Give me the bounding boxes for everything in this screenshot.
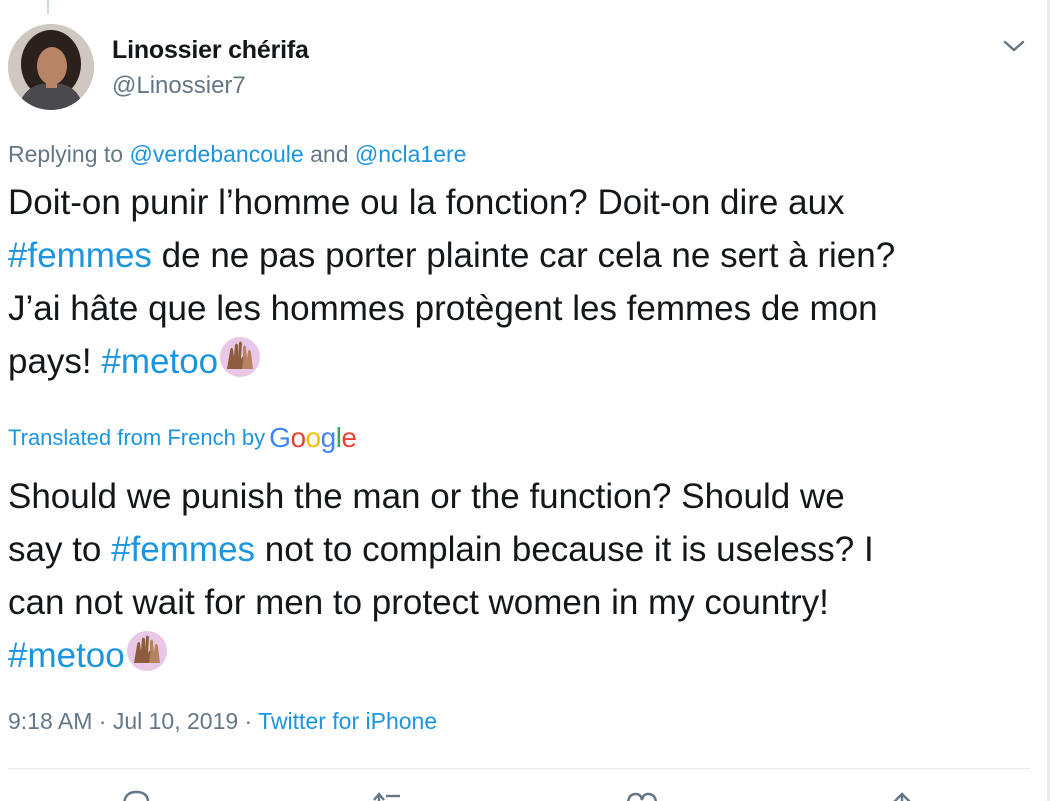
- translation-line: Should we punish the man or the function…: [8, 477, 845, 516]
- tweet-detail: Linossier chérifa @Linossier7 Replying t…: [0, 0, 1050, 801]
- chevron-down-icon[interactable]: [1000, 36, 1028, 56]
- replying-to-joiner: and: [303, 141, 355, 167]
- logo-letter: o: [290, 422, 306, 453]
- translation-line-text: say to: [8, 530, 112, 569]
- avatar-photo: [8, 24, 94, 110]
- raising-hands-emoji: [218, 335, 262, 379]
- hashtag-link[interactable]: #metoo: [101, 342, 218, 381]
- share-icon[interactable]: [884, 788, 920, 801]
- timestamp[interactable]: 9:18 AM · Jul 10, 2019 ·: [8, 708, 258, 734]
- google-logo: Google: [269, 422, 357, 453]
- replying-to: Replying to @verdebancoule and @ncla1ere: [8, 141, 466, 168]
- divider: [8, 768, 1030, 769]
- mention-link[interactable]: @verdebancoule: [129, 141, 303, 167]
- logo-letter: o: [305, 422, 322, 453]
- tweet-line: pays! #metoo: [8, 335, 1038, 388]
- tweet-metadata: 9:18 AM · Jul 10, 2019 · Twitter for iPh…: [8, 708, 437, 735]
- retweet-icon[interactable]: [370, 788, 406, 801]
- translation-line: #metoo: [8, 629, 1038, 682]
- tweet-line: #femmes de ne pas porter plainte car cel…: [8, 229, 1038, 282]
- translation-line: say to #femmes not to complain because i…: [8, 523, 1038, 576]
- replying-to-label: Replying to: [8, 141, 130, 167]
- logo-letter: g: [320, 422, 337, 453]
- tweet-line-text: de ne pas porter plainte car cela ne ser…: [151, 236, 896, 275]
- logo-letter: e: [341, 422, 357, 453]
- tweet-text: Doit-on punir l’homme ou la fonction? Do…: [8, 176, 1038, 388]
- source-link[interactable]: Twitter for iPhone: [258, 708, 437, 734]
- hashtag-link[interactable]: #metoo: [8, 636, 125, 675]
- user-handle[interactable]: @Linossier7: [112, 72, 246, 100]
- like-icon[interactable]: [624, 788, 660, 801]
- tweet-line: J’ai hâte que les hommes protègent les f…: [8, 289, 878, 328]
- tweet-line: Doit-on punir l’homme ou la fonction? Do…: [8, 183, 845, 222]
- translation-attribution[interactable]: Translated from French by Google: [8, 422, 357, 454]
- translation-line-text: not to complain because it is useless? I: [255, 530, 874, 569]
- display-name[interactable]: Linossier chérifa: [112, 36, 309, 65]
- translated-text: Should we punish the man or the function…: [8, 470, 1038, 682]
- translation-label: Translated from French by: [8, 425, 266, 450]
- raising-hands-emoji: [125, 629, 169, 673]
- thread-connector-line: [47, 0, 49, 14]
- reply-icon[interactable]: [118, 788, 154, 801]
- hashtag-link[interactable]: #femmes: [111, 530, 255, 569]
- hashtag-link[interactable]: #femmes: [8, 236, 152, 275]
- translation-line: can not wait for men to protect women in…: [8, 583, 829, 622]
- logo-letter: G: [269, 422, 291, 453]
- avatar[interactable]: [8, 24, 94, 110]
- tweet-line-text: pays!: [8, 342, 102, 381]
- mention-link[interactable]: @ncla1ere: [355, 141, 467, 167]
